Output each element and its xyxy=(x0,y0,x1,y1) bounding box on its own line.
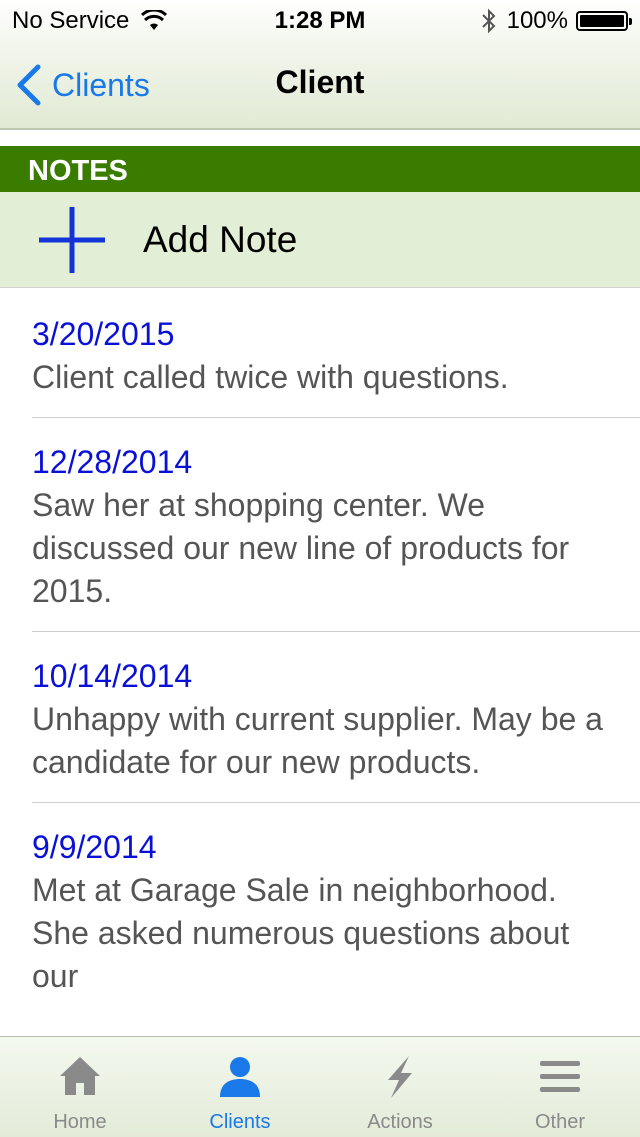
note-text: Unhappy with current supplier. May be a … xyxy=(32,701,603,780)
tab-actions[interactable]: Actions xyxy=(320,1037,480,1137)
note-date: 9/9/2014 xyxy=(32,829,157,865)
tab-other[interactable]: Other xyxy=(480,1037,640,1137)
section-header-notes: NOTES xyxy=(0,146,640,192)
tab-bar: Home Clients Actions Other xyxy=(0,1036,640,1137)
list-item[interactable]: 9/9/2014 Met at Garage Sale in neighborh… xyxy=(0,802,640,1016)
tab-home[interactable]: Home xyxy=(0,1037,160,1137)
bluetooth-icon xyxy=(481,8,496,34)
home-icon xyxy=(60,1057,100,1095)
note-text: Saw her at shopping center. We discussed… xyxy=(32,487,570,609)
lightning-icon xyxy=(388,1056,412,1098)
note-date: 10/14/2014 xyxy=(32,658,193,694)
note-date: 3/20/2015 xyxy=(32,316,175,352)
note-text: Met at Garage Sale in neighborhood. She … xyxy=(32,872,570,994)
list-item[interactable]: 12/28/2014 Saw her at shopping center. W… xyxy=(0,417,640,632)
tab-label: Other xyxy=(534,1111,586,1133)
tab-label: Actions xyxy=(367,1111,433,1133)
note-text: Client called twice with questions. xyxy=(32,359,509,395)
page-title: Client xyxy=(275,64,365,100)
list-item[interactable]: 3/20/2015 Client called twice with quest… xyxy=(0,289,640,418)
tab-label: Clients xyxy=(209,1111,271,1133)
plus-icon xyxy=(39,206,105,273)
add-note-label: Add Note xyxy=(143,218,298,260)
battery-percentage: 100% xyxy=(506,7,568,34)
person-icon xyxy=(220,1057,260,1097)
add-note-button[interactable]: Add Note xyxy=(0,192,640,288)
list-item[interactable]: 10/14/2014 Unhappy with current supplier… xyxy=(0,631,640,803)
notes-list[interactable]: 3/20/2015 Client called twice with quest… xyxy=(0,289,640,1036)
status-bar: No Service 1:28 PM 100% xyxy=(0,0,640,40)
note-date: 12/28/2014 xyxy=(32,444,193,480)
tab-label: Home xyxy=(53,1111,107,1133)
menu-icon xyxy=(540,1061,580,1092)
battery-icon xyxy=(576,11,632,31)
tab-clients[interactable]: Clients xyxy=(160,1037,320,1137)
